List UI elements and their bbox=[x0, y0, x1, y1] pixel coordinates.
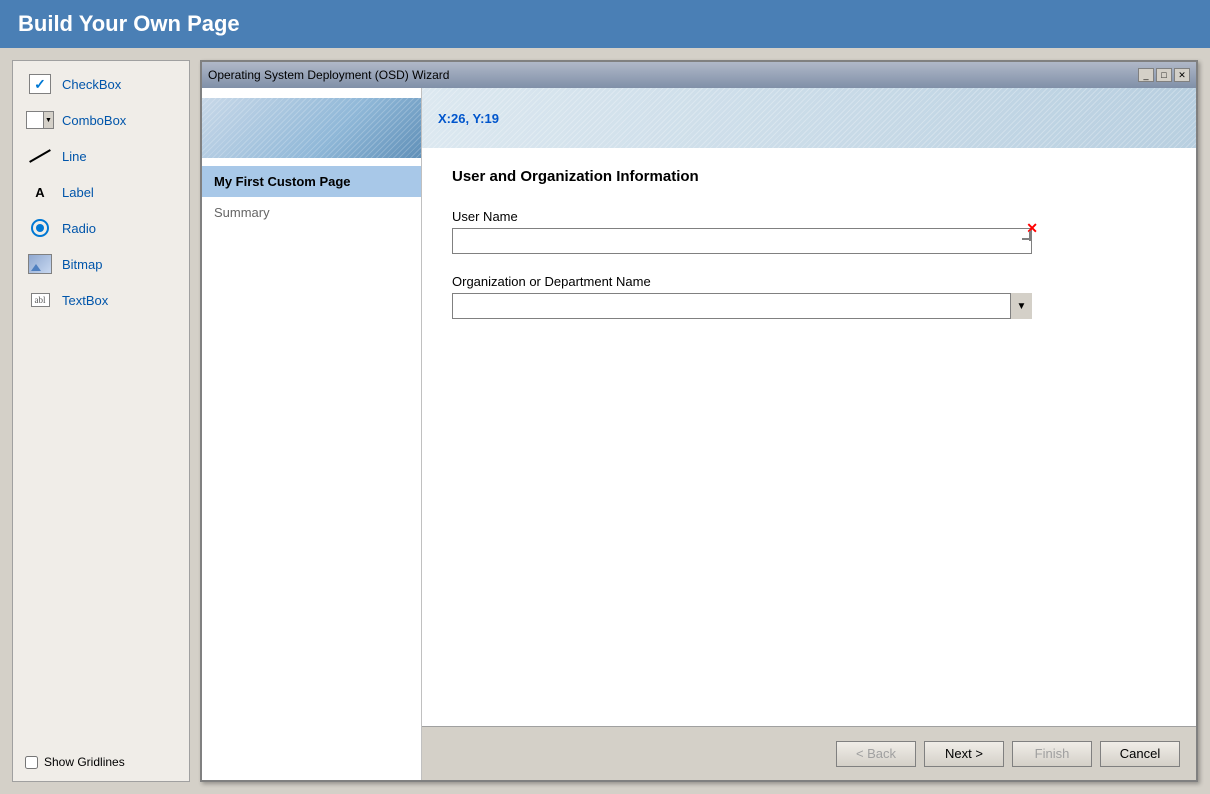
finish-button[interactable]: Finish bbox=[1012, 741, 1092, 767]
close-button[interactable]: ✕ bbox=[1174, 68, 1190, 82]
user-name-input-container: ✕ bbox=[452, 228, 1032, 254]
user-name-group: User Name ✕ bbox=[452, 209, 1166, 254]
banner-mesh bbox=[422, 88, 1196, 148]
page-title: Build Your Own Page bbox=[18, 11, 240, 37]
back-button[interactable]: < Back bbox=[836, 741, 916, 767]
combobox-icon: ▼ bbox=[26, 108, 54, 132]
window-titlebar: Operating System Deployment (OSD) Wizard… bbox=[202, 62, 1196, 88]
show-gridlines-container: Show Gridlines bbox=[19, 749, 183, 775]
wizard-content-area: X:26, Y:19 User and Organization Informa… bbox=[422, 88, 1196, 780]
textbox-label: TextBox bbox=[62, 293, 108, 308]
tool-item-label[interactable]: A Label bbox=[19, 175, 183, 209]
wizard-banner: X:26, Y:19 bbox=[422, 88, 1196, 148]
coords-label: X:26, Y:19 bbox=[438, 111, 499, 126]
wizard-nav: My First Custom Page Summary bbox=[202, 88, 422, 780]
bitmap-label: Bitmap bbox=[62, 257, 102, 272]
tool-item-bitmap[interactable]: Bitmap bbox=[19, 247, 183, 281]
section-title: User and Organization Information bbox=[452, 168, 1166, 185]
tool-item-textbox[interactable]: abl TextBox bbox=[19, 283, 183, 317]
cancel-button[interactable]: Cancel bbox=[1100, 741, 1180, 767]
wizard-footer: < Back Next > Finish Cancel bbox=[422, 726, 1196, 780]
org-name-label: Organization or Department Name bbox=[452, 274, 1166, 289]
tool-item-combobox[interactable]: ▼ ComboBox bbox=[19, 103, 183, 137]
radio-label: Radio bbox=[62, 221, 96, 236]
org-name-dropdown-arrow[interactable]: ▼ bbox=[1010, 293, 1032, 319]
minimize-button[interactable]: _ bbox=[1138, 68, 1154, 82]
wizard-body: My First Custom Page Summary X:26, Y:19 … bbox=[202, 88, 1196, 780]
wizard-window: Operating System Deployment (OSD) Wizard… bbox=[200, 60, 1198, 782]
org-name-combo-container: ▼ bbox=[452, 293, 1032, 319]
tool-item-radio[interactable]: Radio bbox=[19, 211, 183, 245]
page-header: Build Your Own Page bbox=[0, 0, 1210, 48]
org-name-input[interactable] bbox=[452, 293, 1032, 319]
nav-item-summary[interactable]: Summary bbox=[202, 197, 421, 228]
combobox-label: ComboBox bbox=[62, 113, 126, 128]
textbox-icon: abl bbox=[26, 288, 54, 312]
user-name-label: User Name bbox=[452, 209, 1166, 224]
tool-item-line[interactable]: Line bbox=[19, 139, 183, 173]
user-name-input[interactable] bbox=[452, 228, 1032, 254]
checkbox-icon bbox=[26, 72, 54, 96]
label-label: Label bbox=[62, 185, 94, 200]
window-controls: _ □ ✕ bbox=[1138, 68, 1190, 82]
radio-icon bbox=[26, 216, 54, 240]
maximize-button[interactable]: □ bbox=[1156, 68, 1172, 82]
checkbox-label: CheckBox bbox=[62, 77, 121, 92]
show-gridlines-checkbox[interactable] bbox=[25, 756, 38, 769]
bitmap-icon bbox=[26, 252, 54, 276]
window-title: Operating System Deployment (OSD) Wizard bbox=[208, 68, 449, 82]
line-label: Line bbox=[62, 149, 87, 164]
next-button[interactable]: Next > bbox=[924, 741, 1004, 767]
label-icon: A bbox=[26, 180, 54, 204]
org-name-group: Organization or Department Name ▼ bbox=[452, 274, 1166, 319]
line-icon bbox=[26, 144, 54, 168]
tool-item-checkbox[interactable]: CheckBox bbox=[19, 67, 183, 101]
show-gridlines-label[interactable]: Show Gridlines bbox=[44, 755, 125, 769]
main-layout: CheckBox ▼ ComboBox Line A Label bbox=[0, 48, 1210, 794]
user-name-resize-handle[interactable] bbox=[1022, 228, 1032, 238]
toolbox-panel: CheckBox ▼ ComboBox Line A Label bbox=[12, 60, 190, 782]
nav-item-custom-page[interactable]: My First Custom Page bbox=[202, 166, 421, 197]
wizard-main: User and Organization Information User N… bbox=[422, 148, 1196, 726]
